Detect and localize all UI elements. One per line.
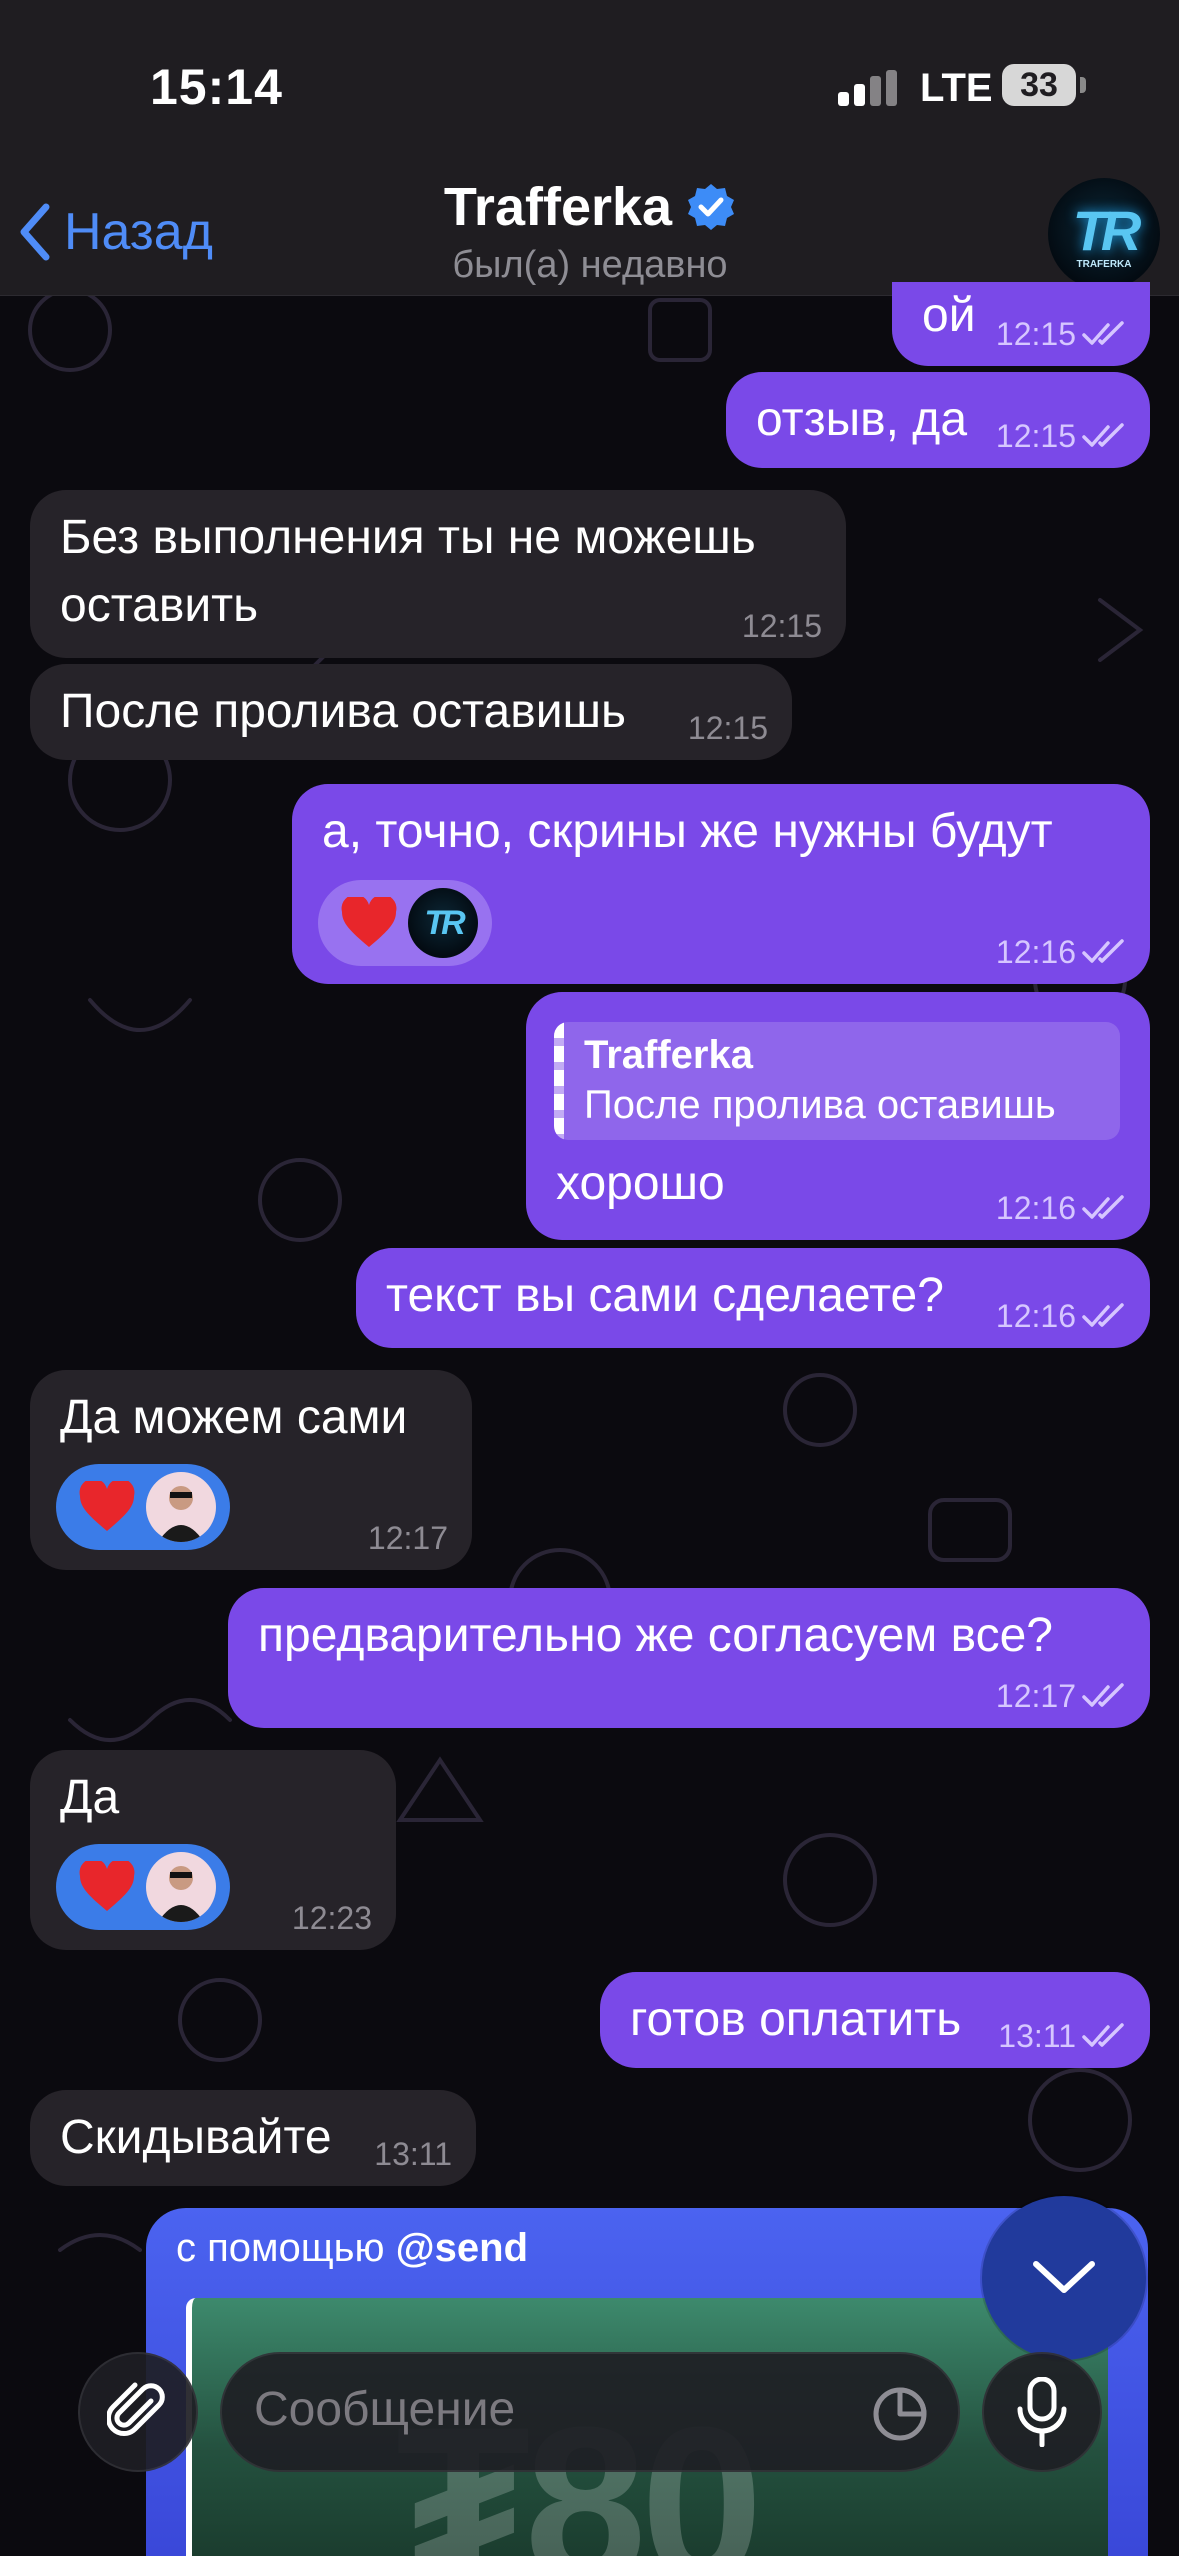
reactions[interactable]: [56, 1844, 230, 1930]
outgoing-message[interactable]: ой 12:15: [892, 282, 1150, 366]
battery-icon: 33: [1002, 64, 1076, 106]
double-check-icon: [1082, 2023, 1124, 2047]
microphone-icon: [1017, 2377, 1067, 2447]
double-check-icon: [1082, 1303, 1124, 1327]
back-chevron-icon: [20, 203, 50, 261]
incoming-message[interactable]: Скидывайте 13:11: [30, 2090, 476, 2186]
message-time: 12:16: [995, 934, 1076, 970]
message-meta: 12:15: [688, 712, 768, 744]
outgoing-message[interactable]: предварительно же согласуем все? 12:17: [228, 1588, 1150, 1728]
reactor-avatar: [146, 1472, 216, 1542]
double-check-icon: [1082, 1683, 1124, 1707]
chat-title: Trafferka: [443, 177, 673, 237]
reply-bar: [554, 1022, 564, 1140]
incoming-message[interactable]: Да можем сами 12:17: [30, 1370, 472, 1570]
reply-text: После пролива оставишь: [584, 1083, 1056, 1127]
chat-header: Назад Trafferka был(а) недавно TR TRAFER…: [0, 170, 1179, 296]
message-text: текст вы сами сделаете?: [386, 1269, 944, 1322]
message-meta: 12:15: [996, 318, 1126, 350]
incoming-message[interactable]: Да 12:23: [30, 1750, 396, 1950]
message-text: Без выполнения ты не можешь оставить: [60, 511, 756, 632]
sticker-icon[interactable]: [870, 2384, 930, 2444]
outgoing-message[interactable]: Trafferka После пролива оставишь хорошо 12:…: [526, 992, 1150, 1240]
reply-quote[interactable]: Trafferka После пролива оставишь: [554, 1022, 1120, 1140]
message-time: 12:15: [687, 710, 768, 746]
double-check-icon: [1082, 939, 1124, 963]
payment-bot[interactable]: @send: [396, 2226, 528, 2270]
paperclip-icon: [107, 2382, 165, 2437]
message-time: 12:17: [995, 1678, 1076, 1714]
double-check-icon: [1082, 423, 1124, 447]
status-time: 15:14: [150, 59, 283, 115]
outgoing-message[interactable]: отзыв, да 12:15: [726, 372, 1150, 468]
message-meta: 12:17: [368, 1522, 448, 1554]
outgoing-message[interactable]: текст вы сами сделаете? 12:16: [356, 1248, 1150, 1348]
message-time: 13:11: [374, 2136, 452, 2172]
chat-title-block[interactable]: Trafferka был(а) недавно: [400, 176, 780, 287]
chat-avatar[interactable]: TR TRAFERKA: [1048, 178, 1160, 290]
scroll-down-button[interactable]: [982, 2196, 1146, 2360]
message-text: Да можем сами: [60, 1391, 408, 1444]
message-input[interactable]: Сообщение: [220, 2352, 960, 2472]
message-text: а, точно, скрины же нужны будут: [322, 805, 1053, 858]
message-meta: 12:15: [996, 420, 1126, 452]
reactions[interactable]: [56, 1464, 230, 1550]
message-meta: 12:15: [742, 610, 822, 642]
incoming-message[interactable]: Без выполнения ты не можешь оставить 12:1…: [30, 490, 846, 658]
message-text: Да: [60, 1771, 120, 1824]
message-text: предварительно же согласуем все?: [258, 1609, 1053, 1662]
status-bar: 15:14 LTE 33: [0, 0, 1179, 170]
payment-via: с помощью @send: [176, 2226, 529, 2270]
message-time: 13:11: [998, 2018, 1076, 2054]
message-text: ой: [922, 289, 976, 342]
microphone-button[interactable]: [982, 2352, 1102, 2472]
message-meta: 13:11: [998, 2020, 1126, 2052]
reactor-avatar: [146, 1852, 216, 1922]
message-text: хорошо: [556, 1157, 725, 1210]
chevron-down-icon: [1033, 2261, 1095, 2293]
message-time: 12:17: [367, 1520, 448, 1556]
reactor-avatar: TR: [408, 888, 478, 958]
double-check-icon: [1082, 1195, 1124, 1219]
outgoing-message[interactable]: готов оплатить 13:11: [600, 1972, 1150, 2068]
message-meta: 12:16: [996, 936, 1126, 968]
message-text: готов оплатить: [630, 1993, 962, 2046]
heart-icon: [79, 1861, 135, 1911]
signal-strength-icon: [838, 70, 898, 106]
message-placeholder: Сообщение: [254, 2383, 516, 2436]
message-time: 12:15: [741, 608, 822, 644]
message-meta: 12:16: [996, 1192, 1126, 1224]
double-check-icon: [1082, 321, 1124, 345]
chat-status: был(а) недавно: [452, 244, 728, 286]
attach-button[interactable]: [78, 2352, 198, 2472]
message-time: 12:23: [291, 1900, 372, 1936]
network-type: LTE: [920, 66, 993, 110]
message-text: Скидывайте: [60, 2111, 332, 2164]
incoming-message[interactable]: После пролива оставишь 12:15: [30, 664, 792, 760]
message-meta: 12:23: [292, 1902, 372, 1934]
verified-icon: [688, 184, 735, 230]
back-label: Назад: [64, 203, 213, 261]
message-time: 12:16: [995, 1298, 1076, 1334]
message-meta: 12:17: [996, 1680, 1126, 1712]
heart-icon: [79, 1481, 135, 1531]
back-button[interactable]: Назад: [20, 192, 213, 272]
heart-icon: [341, 897, 397, 947]
message-time: 12:16: [995, 1190, 1076, 1226]
avatar-logo: TR: [1072, 199, 1142, 262]
message-text: После пролива оставишь: [60, 685, 627, 738]
reply-author: Trafferka: [584, 1033, 753, 1077]
message-time: 12:15: [995, 418, 1076, 454]
outgoing-message[interactable]: а, точно, скрины же нужны будут TR 12:16: [292, 784, 1150, 984]
message-text: отзыв, да: [756, 393, 968, 446]
message-meta: 12:16: [996, 1300, 1126, 1332]
battery-tip: [1080, 77, 1086, 93]
avatar-caption: TRAFERKA: [1076, 259, 1132, 270]
message-meta: 13:11: [374, 2138, 452, 2170]
message-time: 12:15: [995, 316, 1076, 352]
reactions[interactable]: TR: [318, 880, 492, 966]
